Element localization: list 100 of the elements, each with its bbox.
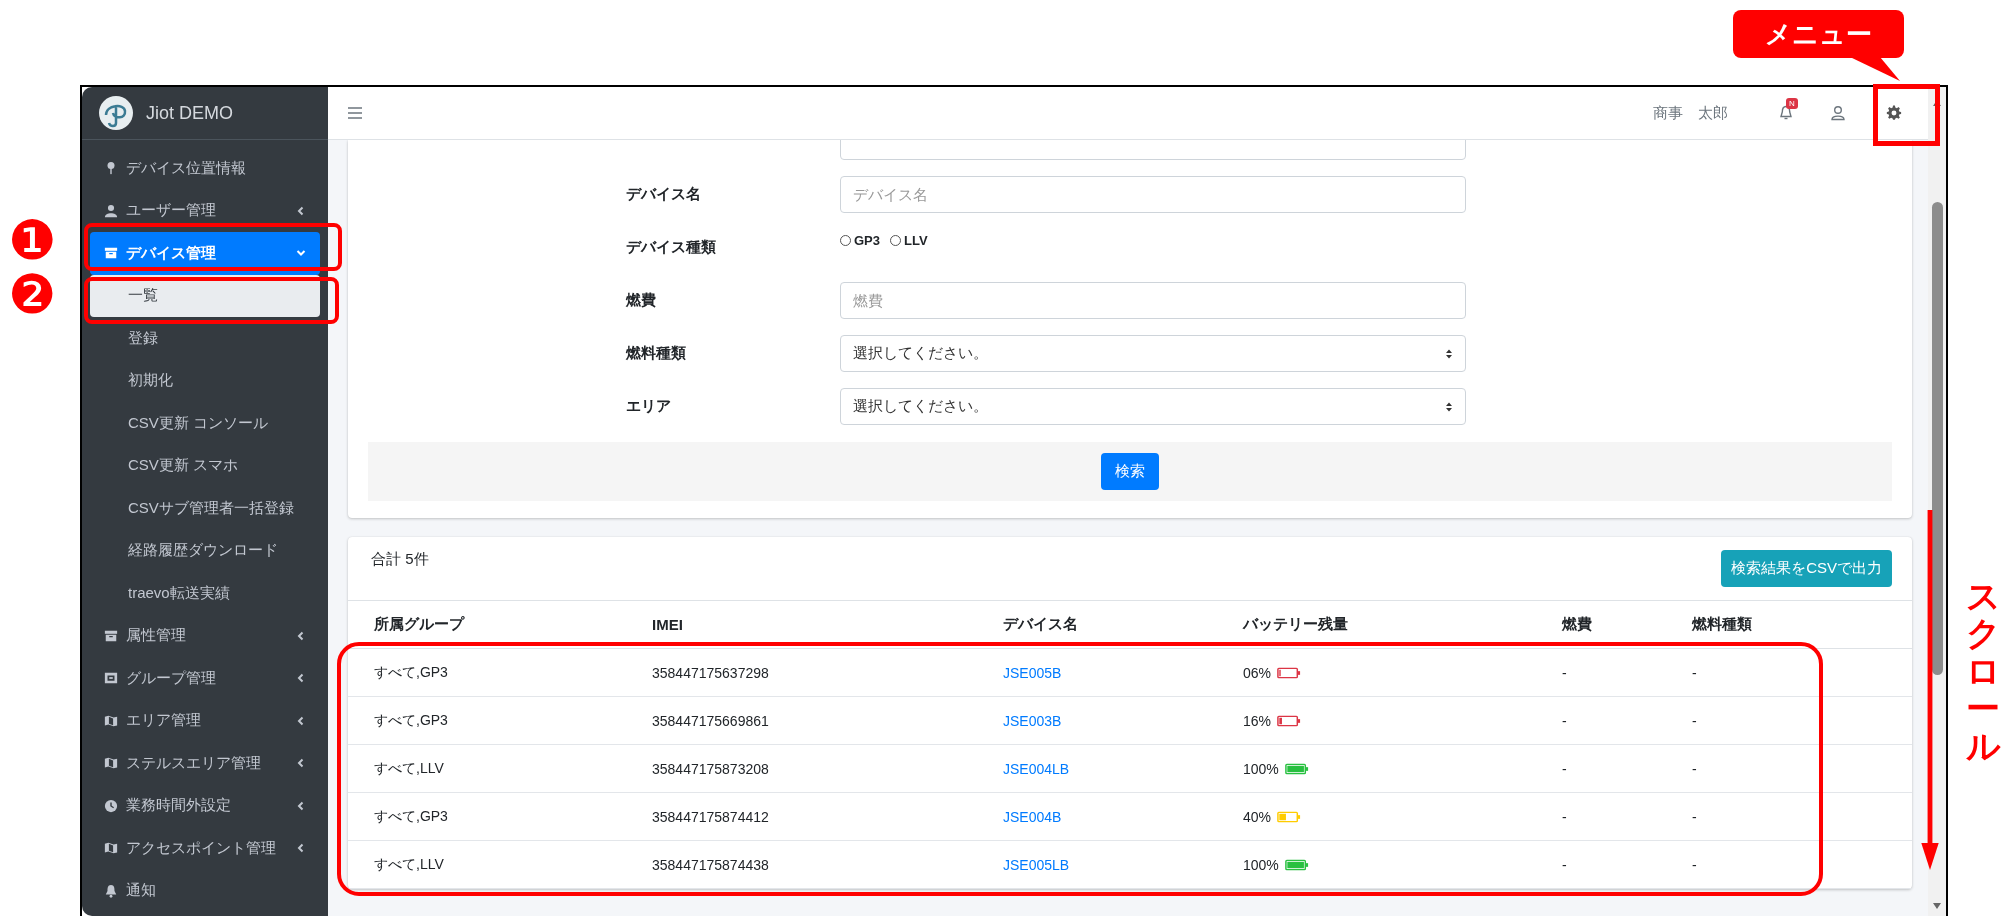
column-header: 燃料種類 [1692,601,1912,649]
column-header: 所属グループ [348,601,652,649]
table-cell: - [1692,840,1912,889]
device-link[interactable]: JSE005LB [1003,856,1070,873]
table-cell: 358447175874412 [652,792,1003,841]
search-button[interactable]: 検索 [1101,453,1159,490]
chevron-left-icon [296,630,306,641]
battery-reading: 06% [1243,664,1272,681]
sidebar-subitem[interactable]: CSV更新 コンソール [90,402,320,445]
sort-arrows-icon [1445,400,1453,413]
sidebar-item[interactable]: ユーザー管理 [90,189,320,232]
field-label: 燃料種類 [626,344,687,363]
input-field[interactable]: デバイス名 [840,176,1466,213]
clock-icon [104,798,118,813]
field-label: エリア [626,397,672,416]
sidebar-item[interactable]: アクセスポイント管理 [90,827,320,870]
table-cell: 358447175669861 [652,696,1003,745]
table-cell: すべて,GP3 [348,696,652,745]
field-label: デバイス種類 [626,238,717,257]
menu-icon[interactable] [348,107,362,119]
sort-arrows-icon [1445,347,1453,360]
chevron-left-icon [296,715,306,726]
scroll-label: スクロール [1966,578,2000,765]
sidebar-subitem[interactable]: CSVサブ管理者一括登録 [90,487,320,530]
step-number: ❷ [8,268,57,322]
step-number: ❶ [8,214,57,268]
battery-icon [1277,810,1302,823]
table-cell: - [1562,744,1692,793]
battery-reading: 100% [1243,856,1279,873]
map-icon [104,713,118,728]
table-cell: - [1562,648,1692,697]
box-icon [104,628,118,643]
sidebar-item[interactable]: ステルスエリア管理 [90,742,320,785]
highlight-frame [1873,84,1940,146]
bell-icon[interactable] [1778,105,1794,121]
table-cell: すべて,GP3 [348,648,652,697]
field-label: 燃費 [626,291,657,310]
device-link[interactable]: JSE004LB [1003,760,1070,777]
result-count: 合計 5件 [371,550,429,568]
chevron-left-icon [296,205,306,216]
sidebar-subitem[interactable]: traevo転送実績 [90,572,320,615]
device-link[interactable]: JSE005B [1003,664,1062,681]
sidebar-item[interactable]: エリア管理 [90,699,320,742]
settings-icon[interactable] [1886,105,1902,121]
table-cell: - [1562,792,1692,841]
box-icon [104,246,118,261]
column-header: バッテリー残量 [1243,601,1562,649]
select-field[interactable]: 選択してください。 [840,388,1466,425]
radio-option[interactable]: LLV [890,233,928,248]
battery-icon [1277,714,1302,727]
sidebar-item[interactable]: 属性管理 [90,614,320,657]
battery-icon [1284,762,1309,775]
table-cell: 358447175637298 [652,648,1003,697]
sidebar-subitem[interactable]: CSV更新 スマホ [90,444,320,487]
user-name: 商事 太郎 [1653,103,1728,123]
device-link[interactable]: JSE004B [1003,808,1062,825]
chevron-left-icon [296,843,306,854]
map-icon [104,756,118,771]
sidebar-item[interactable]: デバイス管理 [90,232,320,275]
table-cell: すべて,LLV [348,744,652,793]
bell-icon [104,883,118,898]
brand-name: Jiot DEMO [146,102,233,124]
table-cell: - [1692,792,1912,841]
table-cell: 358447175874438 [652,840,1003,889]
sidebar-item[interactable]: グループ管理 [90,657,320,700]
frame-icon [104,671,118,686]
map-icon [104,841,118,856]
column-header: 燃費 [1562,601,1692,649]
table-cell: 358447175873208 [652,744,1003,793]
notification-badge: N [1786,98,1798,109]
sidebar-subitem[interactable]: 登録 [90,317,320,360]
sidebar-subitem[interactable]: 初期化 [90,359,320,402]
sidebar-item[interactable]: デバイス位置情報 [90,147,320,190]
column-header: デバイス名 [1003,601,1243,649]
sidebar-subitem[interactable]: 経路履歴ダウンロード [90,529,320,572]
table-cell: すべて,GP3 [348,792,652,841]
table-cell: - [1562,840,1692,889]
battery-icon [1284,858,1309,871]
field-label: デバイス名 [626,185,702,204]
battery-reading: 40% [1243,808,1272,825]
chevron-left-icon [296,800,306,811]
input-field[interactable]: 燃費 [840,282,1466,319]
user-icon[interactable] [1830,105,1846,121]
table-cell: - [1692,648,1912,697]
callout-pointer [1850,57,1900,81]
table-cell: - [1692,696,1912,745]
user-icon [104,203,118,218]
chevron-left-icon [296,673,306,684]
radio-option[interactable]: GP3 [840,233,880,248]
scrollbar-thumb[interactable] [1931,202,1943,675]
scroll-down-icon[interactable] [1932,902,1942,910]
table-cell: すべて,LLV [348,840,652,889]
battery-icon [1277,666,1302,679]
device-link[interactable]: JSE003B [1003,712,1062,729]
table-cell: - [1692,744,1912,793]
sidebar-item[interactable]: 業務時間外設定 [90,784,320,827]
battery-reading: 16% [1243,712,1272,729]
sidebar-item[interactable]: 通知 [90,869,320,912]
select-field[interactable]: 選択してください。 [840,335,1466,372]
table-cell: - [1562,696,1692,745]
